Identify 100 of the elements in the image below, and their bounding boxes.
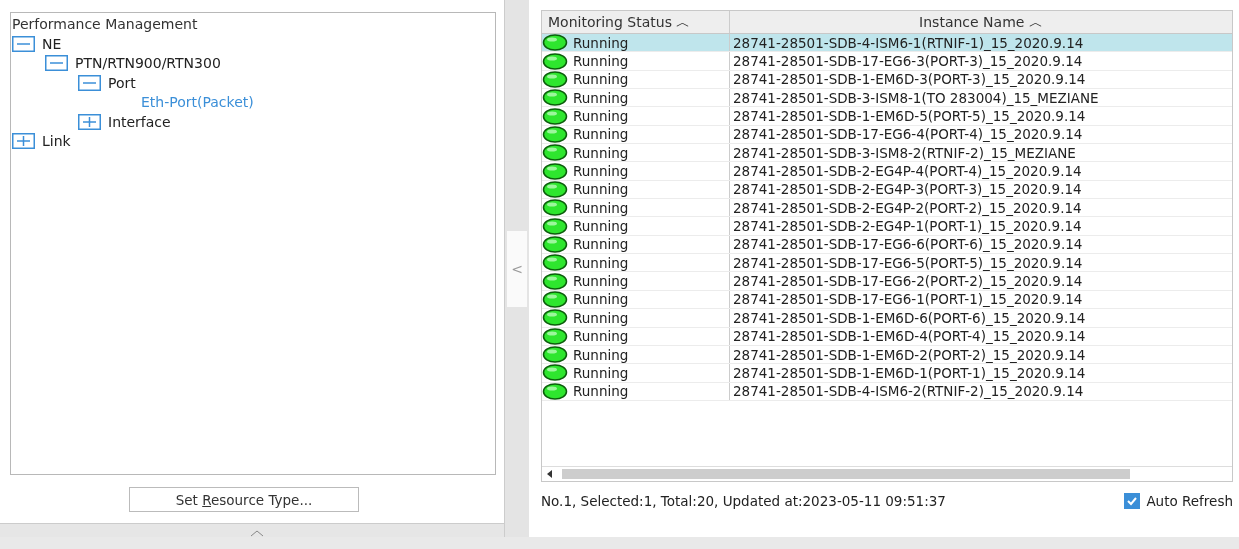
table-cell: Running (573, 34, 629, 51)
table-row[interactable]: Running 28741-28501-SDB-2-EG4P-1(PORT-1)_15_2020.9.14 (542, 217, 1232, 236)
status-dot-icon (542, 70, 568, 88)
horizontal-scrollbar[interactable] (542, 466, 1232, 481)
table-cell: Running (573, 181, 629, 198)
status-dot-icon (542, 52, 568, 70)
table-cell: Running (573, 346, 629, 363)
chevron-up-icon[interactable] (250, 529, 264, 537)
table-row[interactable]: Running 28741-28501-SDB-1-EM6D-5(PORT-5)_15_2020.9.14 (542, 107, 1232, 126)
status-dot-icon (542, 89, 568, 107)
table-cell: 28741-28501-SDB-17-EG6-1(PORT-1)_15_2020.9.14 (733, 291, 1083, 308)
table-cell: 28741-28501-SDB-17-EG6-4(PORT-4)_15_2020.9.14 (733, 126, 1083, 143)
table-cell: Running (573, 53, 629, 69)
set-resource-type-button[interactable]: Set Resource Type... (129, 487, 359, 512)
status-dot-icon (542, 199, 568, 217)
table-cell: Running (573, 144, 629, 161)
table-row[interactable]: Running 28741-28501-SDB-4-ISM6-1(RTNIF-1)_15_2020.9.14 (542, 34, 1232, 53)
status-text: No.1, Selected:1, Total:20, Updated at:2023-05-11 09:51:37 (541, 493, 946, 509)
column-header[interactable]: Monitoring Status ︿ (542, 11, 730, 33)
table-cell: Running (573, 89, 629, 106)
collapse-icon[interactable] (45, 55, 68, 72)
table-cell: Running (573, 218, 629, 235)
status-dot-icon (542, 217, 568, 235)
table-cell: Running (573, 273, 629, 290)
table-row[interactable]: Running 28741-28501-SDB-4-ISM6-2(RTNIF-2)_15_2020.9.14 (542, 382, 1232, 401)
table-row[interactable]: Running 28741-28501-SDB-1-EM6D-4(PORT-4)_15_2020.9.14 (542, 327, 1232, 346)
table-row[interactable]: Running 28741-28501-SDB-3-ISM8-2(RTNIF-2)_15_MEZIANE (542, 144, 1232, 163)
table-cell: 28741-28501-SDB-2-EG4P-3(PORT-3)_15_2020.9.14 (733, 181, 1082, 198)
status-dot-icon (542, 254, 568, 272)
table-cell: 28741-28501-SDB-2-EG4P-2(PORT-2)_15_2020.9.14 (733, 199, 1082, 216)
table-cell: Running (573, 383, 629, 400)
status-dot-icon (542, 309, 568, 327)
table-cell: Running (573, 236, 629, 253)
status-dot-icon (542, 125, 568, 143)
table-cell: Running (573, 291, 629, 308)
table-row[interactable]: Running 28741-28501-SDB-17-EG6-2(PORT-2)_15_2020.9.14 (542, 272, 1232, 291)
table-cell: 28741-28501-SDB-3-ISM8-2(RTNIF-2)_15_MEZIANE (733, 144, 1076, 161)
table-cell: Running (573, 71, 629, 88)
status-dot-icon (542, 144, 568, 162)
table-row[interactable]: Running 28741-28501-SDB-1-EM6D-2(PORT-2)_15_2020.9.14 (542, 345, 1232, 365)
collapse-icon[interactable] (78, 74, 101, 91)
status-dot-icon (542, 180, 568, 198)
table-cell: 28741-28501-SDB-1-EM6D-3(PORT-3)_15_2020.9.14 (733, 71, 1086, 88)
expand-icon[interactable] (12, 133, 35, 150)
table-cell: 28741-28501-SDB-1-EM6D-6(PORT-6)_15_2020.9.14 (733, 309, 1086, 326)
table-cell: Running (573, 199, 629, 216)
table-cell: 28741-28501-SDB-1-EM6D-5(PORT-5)_15_2020.9.14 (733, 108, 1086, 125)
table-cell: 28741-28501-SDB-1-EM6D-1(PORT-1)_15_2020.9.14 (733, 364, 1086, 381)
table-row[interactable]: Running 28741-28501-SDB-2-EG4P-3(PORT-3)_15_2020.9.14 (542, 180, 1232, 200)
tree-item[interactable]: Interface (108, 113, 171, 130)
table-cell: 28741-28501-SDB-17-EG6-5(PORT-5)_15_2020.9.14 (733, 254, 1083, 271)
tree-item[interactable]: NE (42, 35, 62, 52)
table-cell: Running (573, 126, 629, 143)
status-dot-icon (542, 272, 568, 290)
tree-title: Performance Management (12, 15, 199, 34)
tree-item[interactable]: PTN/RTN900/RTN300 (75, 55, 221, 72)
column-header[interactable]: Instance Name ︿ (730, 11, 1232, 33)
status-dot-icon (542, 327, 568, 345)
expand-icon[interactable] (78, 113, 101, 130)
table-cell: 28741-28501-SDB-4-ISM6-2(RTNIF-2)_15_2020.9.14 (733, 383, 1084, 400)
table-row[interactable]: Running 28741-28501-SDB-17-EG6-6(PORT-6)_15_2020.9.14 (542, 235, 1232, 255)
table-cell: 28741-28501-SDB-17-EG6-3(PORT-3)_15_2020.9.14 (733, 53, 1083, 69)
table-row[interactable]: Running 28741-28501-SDB-1-EM6D-1(PORT-1)_15_2020.9.14 (542, 364, 1232, 383)
status-dot-icon (542, 235, 568, 253)
table-cell: 28741-28501-SDB-2-EG4P-4(PORT-4)_15_2020.9.14 (733, 163, 1082, 180)
table-row[interactable]: Running 28741-28501-SDB-17-EG6-4(PORT-4)_15_2020.9.14 (542, 125, 1232, 145)
scroll-left-icon[interactable] (546, 470, 554, 478)
table-row[interactable]: Running 28741-28501-SDB-3-ISM8-1(TO 283004)_15_MEZIANE (542, 89, 1232, 108)
status-dot-icon (542, 107, 568, 125)
table-row[interactable]: Running 28741-28501-SDB-2-EG4P-4(PORT-4)_15_2020.9.14 (542, 162, 1232, 181)
tree-item[interactable]: Port (108, 74, 136, 91)
status-dot-icon (542, 364, 568, 382)
status-dot-icon (542, 34, 568, 52)
table-cell: 28741-28501-SDB-2-EG4P-1(PORT-1)_15_2020.9.14 (733, 218, 1082, 235)
table-cell: Running (573, 309, 629, 326)
status-dot-icon (542, 162, 568, 180)
table-row[interactable]: Running 28741-28501-SDB-1-EM6D-3(PORT-3)_15_2020.9.14 (542, 70, 1232, 90)
table-row[interactable]: Running 28741-28501-SDB-1-EM6D-6(PORT-6)_15_2020.9.14 (542, 309, 1232, 328)
table-cell: 28741-28501-SDB-3-ISM8-1(TO 283004)_15_MEZIANE (733, 89, 1099, 106)
table-cell: Running (573, 108, 629, 125)
collapse-icon[interactable] (12, 35, 35, 52)
table-row[interactable]: Running 28741-28501-SDB-17-EG6-3(PORT-3)_15_2020.9.14 (542, 52, 1232, 71)
table-cell: 28741-28501-SDB-17-EG6-2(PORT-2)_15_2020.9.14 (733, 273, 1083, 290)
table-cell: Running (573, 328, 629, 345)
checkbox-label: Auto Refresh (1146, 493, 1233, 509)
table-cell: 28741-28501-SDB-1-EM6D-2(PORT-2)_15_2020.9.14 (733, 346, 1086, 363)
status-dot-icon (542, 382, 568, 400)
table-cell: 28741-28501-SDB-17-EG6-6(PORT-6)_15_2020.9.14 (733, 236, 1083, 253)
table-cell: 28741-28501-SDB-1-EM6D-4(PORT-4)_15_2020.9.14 (733, 328, 1086, 345)
table-row[interactable]: Running 28741-28501-SDB-17-EG6-1(PORT-1)_15_2020.9.14 (542, 290, 1232, 310)
table-cell: Running (573, 163, 629, 180)
table-cell: 28741-28501-SDB-4-ISM6-1(RTNIF-1)_15_2020.9.14 (733, 34, 1084, 51)
scrollbar-thumb[interactable] (562, 469, 1130, 479)
tree-item[interactable]: Link (42, 133, 71, 150)
status-dot-icon (542, 346, 568, 363)
status-dot-icon (542, 291, 568, 308)
table-cell: Running (573, 254, 629, 271)
auto-refresh-checkbox[interactable] (1124, 493, 1141, 509)
table-row[interactable]: Running 28741-28501-SDB-2-EG4P-2(PORT-2)_15_2020.9.14 (542, 199, 1232, 218)
table-row[interactable]: Running 28741-28501-SDB-17-EG6-5(PORT-5)_15_2020.9.14 (542, 254, 1232, 273)
